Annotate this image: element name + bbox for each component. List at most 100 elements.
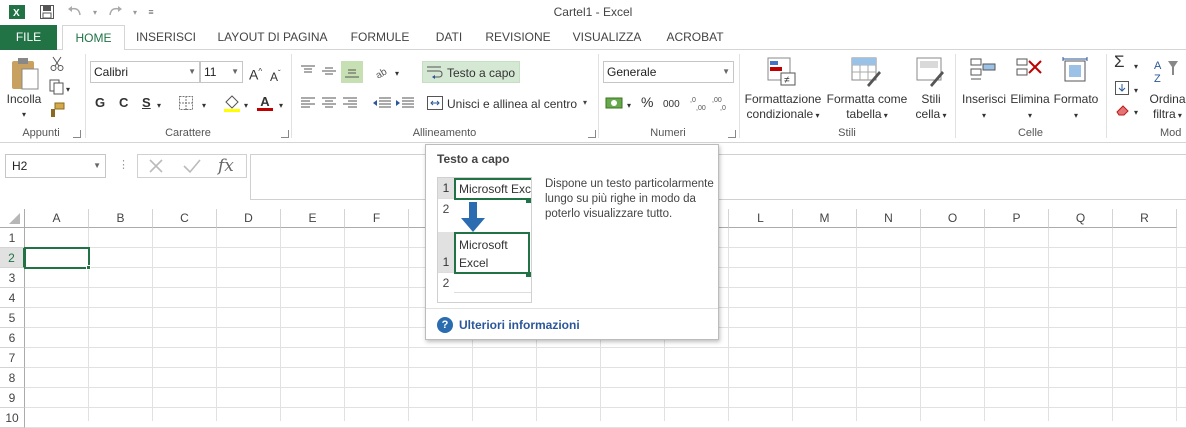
row-header[interactable]: 10: [0, 408, 25, 428]
grow-font-button[interactable]: A^: [249, 64, 262, 83]
increase-decimal-icon[interactable]: ,0,00: [690, 94, 710, 112]
decrease-decimal-icon[interactable]: ,00,0: [712, 94, 732, 112]
insert-cells-button[interactable]: Inserisci ▾: [960, 92, 1008, 123]
number-launcher-icon[interactable]: [728, 130, 736, 138]
merge-center-button[interactable]: Unisci e allinea al centro ▾: [427, 95, 597, 115]
autosum-dropdown-icon[interactable]: ▾: [1134, 59, 1138, 74]
align-middle-icon[interactable]: [320, 62, 338, 80]
format-painter-icon[interactable]: [48, 101, 66, 119]
shrink-font-button[interactable]: Aˇ: [270, 66, 281, 85]
conditional-formatting-button[interactable]: Formattazione condizionale ▾: [742, 92, 824, 123]
align-bottom-icon[interactable]: [341, 61, 363, 83]
copy-icon[interactable]: [48, 78, 66, 96]
tab-review[interactable]: REVISIONE: [482, 25, 554, 50]
row-header[interactable]: 5: [0, 308, 25, 328]
cancel-icon[interactable]: [147, 157, 165, 178]
thousands-button[interactable]: 000: [663, 97, 680, 112]
cell-styles-icon[interactable]: [915, 56, 947, 88]
paste-dropdown-icon[interactable]: ▾: [19, 107, 29, 122]
column-header[interactable]: C: [153, 209, 217, 228]
font-color-dropdown-icon[interactable]: ▾: [279, 98, 283, 113]
clear-dropdown-icon[interactable]: ▾: [1134, 105, 1138, 120]
tab-data[interactable]: DATI: [428, 25, 470, 50]
tab-formulas[interactable]: FORMULE: [345, 25, 415, 50]
copy-dropdown-icon[interactable]: ▾: [66, 82, 70, 97]
row-header[interactable]: 3: [0, 268, 25, 288]
row-header[interactable]: 4: [0, 288, 25, 308]
underline-button[interactable]: S: [142, 95, 151, 110]
underline-dropdown-icon[interactable]: ▾: [157, 98, 161, 113]
insert-function-button[interactable]: fx: [218, 156, 234, 176]
fill-icon[interactable]: [1114, 80, 1130, 96]
column-header[interactable]: F: [345, 209, 409, 228]
clear-icon[interactable]: [1114, 102, 1130, 118]
name-box[interactable]: H2 ▼: [5, 154, 106, 178]
enter-icon[interactable]: [182, 157, 202, 178]
tab-acrobat[interactable]: ACROBAT: [660, 25, 730, 50]
currency-dropdown-icon[interactable]: ▾: [627, 98, 631, 113]
font-name-combo[interactable]: Calibri ▼: [90, 61, 200, 83]
row-header[interactable]: 8: [0, 368, 25, 388]
cut-icon[interactable]: [48, 55, 66, 73]
currency-icon[interactable]: [604, 94, 626, 112]
column-header[interactable]: P: [985, 209, 1049, 228]
align-center-icon[interactable]: [320, 95, 338, 111]
column-header[interactable]: R: [1113, 209, 1177, 228]
number-format-combo[interactable]: Generale ▼: [603, 61, 734, 83]
alignment-launcher-icon[interactable]: [588, 130, 596, 138]
wrap-text-button[interactable]: Testo a capo: [422, 61, 520, 83]
borders-icon[interactable]: [178, 95, 194, 111]
delete-cells-button[interactable]: Elimina ▾: [1007, 92, 1053, 123]
fill-color-dropdown-icon[interactable]: ▾: [244, 98, 248, 113]
cell-styles-button[interactable]: Stili cella ▾: [911, 92, 951, 123]
more-info-link[interactable]: Ulteriori informazioni: [459, 318, 580, 332]
tab-insert[interactable]: INSERISCI: [133, 25, 199, 50]
column-header[interactable]: A: [25, 209, 89, 228]
percent-button[interactable]: %: [641, 95, 653, 110]
format-as-table-icon[interactable]: [850, 56, 882, 88]
column-header[interactable]: D: [217, 209, 281, 228]
column-header[interactable]: B: [89, 209, 153, 228]
italic-button[interactable]: C: [119, 95, 128, 110]
bold-button[interactable]: G: [95, 95, 105, 110]
borders-dropdown-icon[interactable]: ▾: [202, 98, 206, 113]
column-header[interactable]: E: [281, 209, 345, 228]
decrease-indent-icon[interactable]: [372, 95, 392, 111]
conditional-formatting-icon[interactable]: ≠: [766, 56, 798, 88]
column-header[interactable]: N: [857, 209, 921, 228]
align-right-icon[interactable]: [341, 95, 359, 111]
row-header[interactable]: 2: [0, 248, 25, 268]
orientation-icon[interactable]: ab: [373, 62, 393, 80]
fill-dropdown-icon[interactable]: ▾: [1134, 83, 1138, 98]
column-header[interactable]: M: [793, 209, 857, 228]
align-left-icon[interactable]: [299, 95, 317, 111]
fill-color-icon[interactable]: [222, 93, 242, 113]
paste-button[interactable]: Incolla: [4, 92, 44, 107]
tab-view[interactable]: VISUALIZZA: [566, 25, 648, 50]
autosum-icon[interactable]: Σ: [1114, 53, 1125, 70]
delete-cells-icon[interactable]: [1014, 56, 1046, 86]
increase-indent-icon[interactable]: [395, 95, 415, 111]
selected-cell[interactable]: [24, 247, 90, 269]
row-header[interactable]: 7: [0, 348, 25, 368]
tab-page-layout[interactable]: LAYOUT DI PAGINA: [212, 25, 333, 50]
row-header[interactable]: 6: [0, 328, 25, 348]
align-top-icon[interactable]: [299, 62, 317, 80]
insert-cells-icon[interactable]: [968, 56, 1000, 86]
paste-icon[interactable]: [8, 56, 42, 92]
column-header[interactable]: Q: [1049, 209, 1113, 228]
font-launcher-icon[interactable]: [281, 130, 289, 138]
format-as-table-button[interactable]: Formatta come tabella ▾: [825, 92, 909, 123]
column-header[interactable]: O: [921, 209, 985, 228]
format-cells-button[interactable]: Formato ▾: [1052, 92, 1100, 123]
select-all-corner[interactable]: [0, 209, 25, 228]
clipboard-launcher-icon[interactable]: [73, 130, 81, 138]
row-header[interactable]: 9: [0, 388, 25, 408]
column-header[interactable]: L: [729, 209, 793, 228]
font-size-combo[interactable]: 11 ▼: [200, 61, 243, 83]
orientation-dropdown-icon[interactable]: ▾: [395, 66, 399, 81]
sort-filter-icon[interactable]: AZ: [1152, 56, 1186, 88]
row-header[interactable]: 1: [0, 228, 25, 248]
format-cells-icon[interactable]: [1060, 56, 1092, 86]
tab-file[interactable]: FILE: [0, 25, 57, 50]
